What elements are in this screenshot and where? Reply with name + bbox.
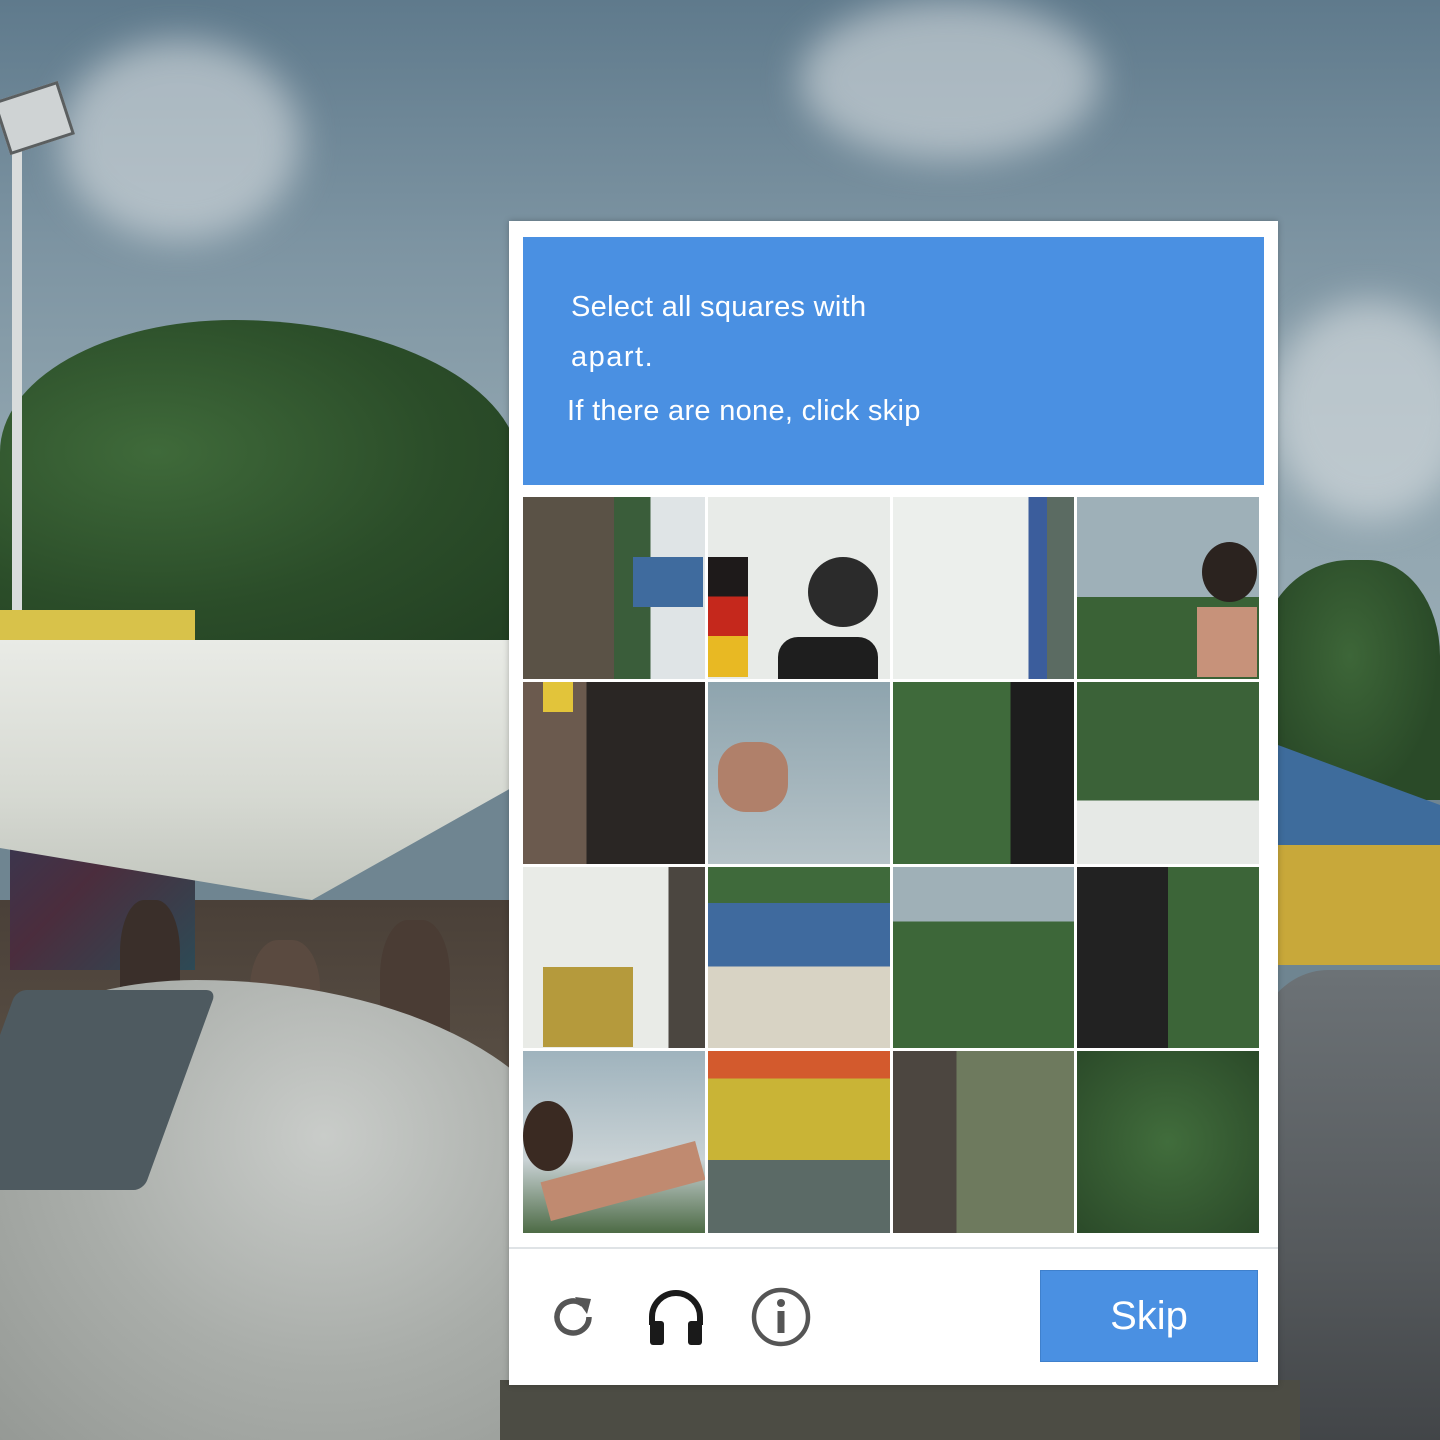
captcha-image-grid (523, 497, 1259, 1233)
captcha-tile-7[interactable] (892, 681, 1075, 864)
reload-button[interactable] (539, 1283, 607, 1351)
german-flag (707, 557, 748, 677)
ground (500, 1380, 1300, 1440)
blue-tent (633, 557, 703, 607)
captcha-tile-11[interactable] (892, 866, 1075, 1049)
light-pole (12, 130, 22, 610)
person-head (1202, 542, 1258, 602)
grey-car (1250, 970, 1440, 1440)
person-head (523, 1101, 573, 1172)
captcha-tile-3[interactable] (892, 497, 1075, 679)
captcha-tile-9[interactable] (523, 866, 705, 1049)
person-shoulder (1197, 607, 1258, 677)
white-tent (0, 640, 520, 900)
captcha-tile-15[interactable] (892, 1051, 1075, 1233)
captcha-tile-5[interactable] (523, 681, 705, 864)
cloud (60, 40, 300, 240)
captcha-widget: Select all squares with apart. If there … (509, 221, 1278, 1385)
captcha-tile-8[interactable] (1077, 681, 1259, 864)
info-button[interactable] (747, 1283, 815, 1351)
instruction-line-2: apart. (571, 341, 655, 373)
person-shirt (777, 637, 878, 679)
headphones-icon (649, 1290, 703, 1345)
tent (543, 966, 633, 1047)
captcha-tile-2[interactable] (707, 497, 890, 679)
captcha-tile-14[interactable] (707, 1051, 890, 1233)
skip-button[interactable]: Skip (1040, 1270, 1258, 1362)
info-icon (751, 1287, 811, 1347)
cloud (800, 0, 1100, 160)
instruction-line-3: If there are none, click skip (567, 395, 921, 427)
yellow-van (1278, 845, 1440, 965)
reload-icon (554, 1297, 592, 1336)
captcha-tile-13[interactable] (523, 1051, 705, 1233)
audio-button[interactable] (642, 1283, 710, 1351)
person-head (807, 557, 878, 627)
captcha-tile-1[interactable] (523, 497, 705, 679)
instruction-line-1: Select all squares with (571, 291, 867, 323)
yellow-object (543, 681, 573, 712)
footer-divider (509, 1247, 1278, 1249)
captcha-tile-6[interactable] (707, 681, 890, 864)
captcha-tile-10[interactable] (707, 866, 890, 1049)
trees (0, 320, 520, 650)
captcha-tile-12[interactable] (1077, 866, 1259, 1049)
captcha-header: Select all squares with apart. If there … (523, 237, 1264, 485)
captcha-tile-16[interactable] (1077, 1051, 1259, 1233)
hand (717, 741, 788, 812)
captcha-tile-4[interactable] (1077, 497, 1259, 679)
